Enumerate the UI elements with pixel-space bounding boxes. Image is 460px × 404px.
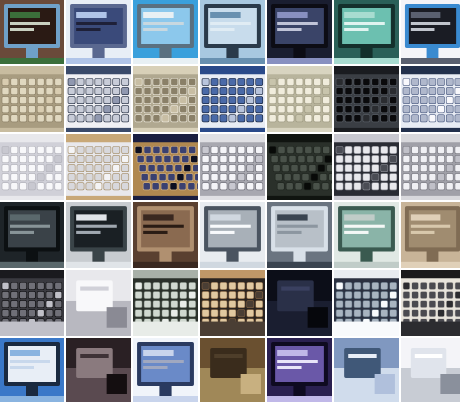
photo-thumbnail[interactable] <box>200 270 265 336</box>
photo-thumbnail[interactable] <box>66 338 131 402</box>
thumbnail-image <box>0 66 64 132</box>
thumbnail-image <box>66 0 131 64</box>
thumbnail-image <box>401 338 460 402</box>
photo-thumbnail[interactable] <box>267 202 332 268</box>
thumbnail-image <box>267 202 332 268</box>
photo-thumbnail[interactable] <box>133 202 198 268</box>
thumbnail-image <box>0 202 64 268</box>
thumbnail-image <box>267 270 332 336</box>
thumbnail-image <box>401 0 460 64</box>
thumbnail-image <box>200 338 265 402</box>
photo-thumbnail[interactable] <box>133 66 198 132</box>
photo-thumbnail[interactable] <box>133 0 198 64</box>
thumbnail-image <box>200 66 265 132</box>
thumbnail-image <box>66 270 131 336</box>
photo-thumbnail[interactable] <box>133 270 198 336</box>
thumbnail-image <box>0 338 64 402</box>
photo-thumbnail[interactable] <box>66 202 131 268</box>
photo-thumbnail[interactable] <box>66 66 131 132</box>
photo-thumbnail[interactable] <box>401 202 460 268</box>
image-thumbnail-grid <box>0 0 460 404</box>
thumbnail-image <box>401 270 460 336</box>
thumbnail-image <box>66 66 131 132</box>
photo-thumbnail[interactable] <box>334 66 399 132</box>
thumbnail-image <box>133 66 198 132</box>
thumbnail-image <box>334 338 399 402</box>
photo-thumbnail[interactable] <box>267 270 332 336</box>
thumbnail-image <box>133 134 198 200</box>
thumbnail-image <box>334 66 399 132</box>
photo-thumbnail[interactable] <box>334 134 399 200</box>
photo-thumbnail[interactable] <box>401 338 460 402</box>
thumbnail-image <box>267 134 332 200</box>
thumbnail-image <box>66 134 131 200</box>
thumbnail-image <box>200 270 265 336</box>
thumbnail-image <box>267 0 332 64</box>
thumbnail-image <box>133 202 198 268</box>
photo-thumbnail[interactable] <box>267 66 332 132</box>
thumbnail-image <box>133 338 198 402</box>
photo-thumbnail[interactable] <box>200 66 265 132</box>
photo-thumbnail[interactable] <box>200 202 265 268</box>
photo-thumbnail[interactable] <box>401 0 460 64</box>
thumbnail-image <box>133 0 198 64</box>
photo-thumbnail[interactable] <box>334 0 399 64</box>
thumbnail-image <box>133 270 198 336</box>
photo-thumbnail[interactable] <box>267 134 332 200</box>
thumbnail-image <box>334 270 399 336</box>
photo-thumbnail[interactable] <box>267 0 332 64</box>
thumbnail-image <box>267 338 332 402</box>
thumbnail-image <box>200 0 265 64</box>
thumbnail-image <box>200 202 265 268</box>
photo-thumbnail[interactable] <box>401 66 460 132</box>
thumbnail-image <box>0 270 64 336</box>
photo-thumbnail[interactable] <box>0 134 64 200</box>
thumbnail-image <box>267 66 332 132</box>
photo-thumbnail[interactable] <box>66 270 131 336</box>
photo-thumbnail[interactable] <box>334 338 399 402</box>
thumbnail-image <box>334 134 399 200</box>
thumbnail-image <box>200 134 265 200</box>
thumbnail-image <box>0 134 64 200</box>
photo-thumbnail[interactable] <box>401 270 460 336</box>
photo-thumbnail[interactable] <box>200 0 265 64</box>
thumbnail-image <box>0 0 64 64</box>
photo-thumbnail[interactable] <box>66 0 131 64</box>
photo-thumbnail[interactable] <box>0 66 64 132</box>
thumbnail-image <box>334 0 399 64</box>
photo-thumbnail[interactable] <box>0 270 64 336</box>
thumbnail-image <box>401 134 460 200</box>
photo-thumbnail[interactable] <box>200 338 265 402</box>
photo-thumbnail[interactable] <box>133 134 198 200</box>
thumbnail-image <box>66 202 131 268</box>
photo-thumbnail[interactable] <box>0 202 64 268</box>
photo-thumbnail[interactable] <box>133 338 198 402</box>
thumbnail-image <box>66 338 131 402</box>
thumbnail-image <box>401 202 460 268</box>
photo-thumbnail[interactable] <box>267 338 332 402</box>
photo-thumbnail[interactable] <box>334 202 399 268</box>
photo-thumbnail[interactable] <box>0 338 64 402</box>
photo-thumbnail[interactable] <box>334 270 399 336</box>
photo-thumbnail[interactable] <box>66 134 131 200</box>
photo-thumbnail[interactable] <box>200 134 265 200</box>
thumbnail-image <box>334 202 399 268</box>
photo-thumbnail[interactable] <box>0 0 64 64</box>
thumbnail-image <box>401 66 460 132</box>
photo-thumbnail[interactable] <box>401 134 460 200</box>
